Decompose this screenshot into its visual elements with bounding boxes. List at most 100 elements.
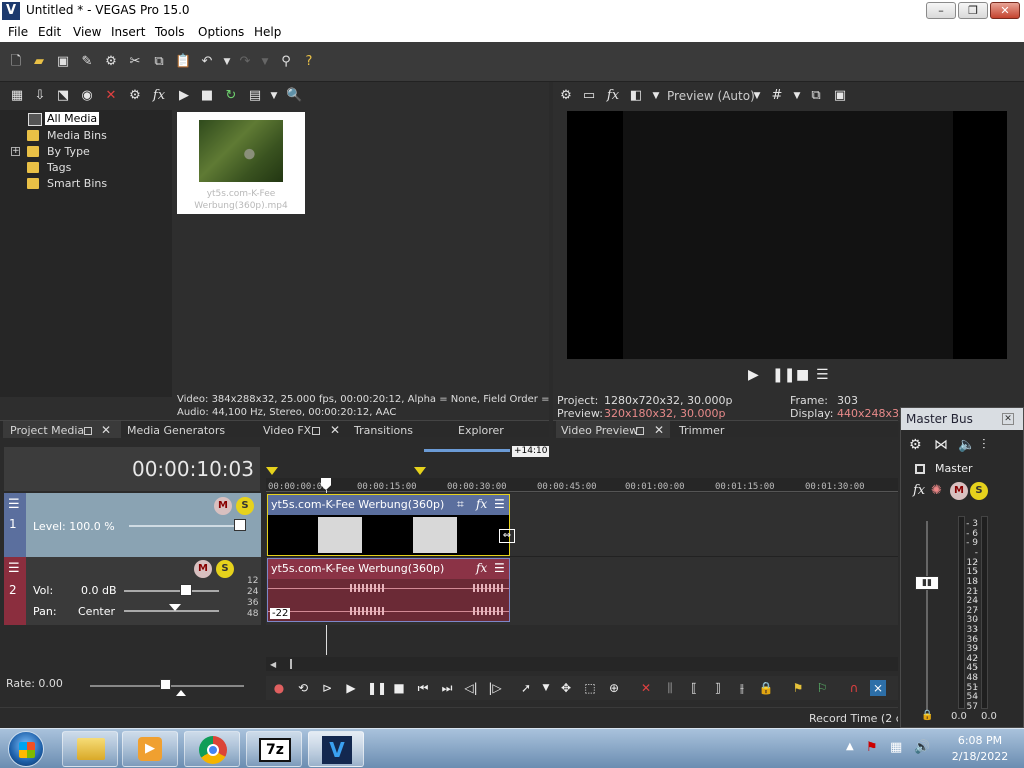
action-center-flag-icon[interactable]: ⚑ [866,740,878,755]
pause-icon[interactable]: ❚❚ [367,680,387,696]
go-to-end-icon[interactable]: ⏭ [439,680,455,696]
redo-dropdown-icon[interactable]: ▼ [257,54,273,70]
split-dropdown-icon[interactable]: ▼ [648,88,664,104]
tab-close-icon[interactable]: ✕ [101,423,111,437]
stop-preview-icon[interactable]: ■ [199,88,215,104]
external-monitor-icon[interactable]: ▭ [581,88,597,104]
vol-slider-track[interactable] [124,590,219,592]
normal-edit-tool-icon[interactable]: ➚ [518,680,534,696]
play-from-start-icon[interactable]: ⊳ [319,680,335,696]
tab-video-fx[interactable]: Video FX [263,424,311,437]
close-button[interactable]: ✕ [990,2,1020,19]
undo-dropdown-icon[interactable]: ▼ [219,54,235,70]
auto-crossfade-icon[interactable]: ⨯ [870,680,886,696]
help-icon[interactable]: ? [301,54,317,70]
menu-tools[interactable]: Tools [155,25,185,39]
new-file-icon[interactable]: 🗋 [8,54,24,70]
track-menu-icon[interactable]: ☰ [8,561,20,576]
tab-undock-icon[interactable] [312,427,320,435]
preview-fx-icon[interactable]: fx [605,88,621,104]
event-fx-icon[interactable]: fx [476,561,487,575]
video-track-header[interactable]: ☰ 1 M S Level: 100.0 % [4,493,261,557]
tab-close-icon[interactable]: ✕ [654,423,664,437]
level-slider-track[interactable] [129,525,243,527]
start-button[interactable] [8,731,44,767]
level-slider-thumb[interactable] [234,519,246,531]
loop-playback-icon[interactable]: ⟲ [295,680,311,696]
disc-icon[interactable]: ◉ [79,88,95,104]
media-properties-icon[interactable]: ⚙ [127,88,143,104]
scroll-left-icon[interactable]: ◀ [270,660,276,669]
volume-icon[interactable]: 🔊 [914,740,930,755]
master-fader-thumb[interactable]: ▮▮ [915,576,939,590]
menu-edit[interactable]: Edit [38,25,61,39]
menu-file[interactable]: File [8,25,28,39]
marker-icon[interactable]: ⚑ [790,680,806,696]
network-icon[interactable]: ▦ [890,740,902,755]
scroll-thumb[interactable] [290,659,292,669]
edit-tool-dropdown-icon[interactable]: ▼ [538,680,554,696]
undo-icon[interactable]: ↶ [199,54,215,70]
taskbar-chrome[interactable] [184,731,240,767]
tab-project-media[interactable]: Project Media [10,424,84,437]
downmix-icon[interactable]: ⋈ [934,437,948,453]
cut-icon[interactable]: ✂ [127,54,143,70]
clock-time[interactable]: 6:08 PM [940,734,1020,747]
envelope-tool-icon[interactable]: ✥ [558,680,574,696]
trim-end-icon[interactable]: ⟧ [710,680,726,696]
event-fx-icon[interactable]: fx [476,497,487,511]
preview-display[interactable] [567,111,1007,359]
preview-menu-icon[interactable]: ☰ [816,367,832,383]
speaker-icon[interactable]: 🔈 [958,437,975,453]
capture-icon[interactable]: ⇩ [32,88,48,104]
tab-explorer[interactable]: Explorer [458,424,504,437]
taskbar-media-player[interactable]: ▶ [122,731,178,767]
maximize-button[interactable]: ❐ [958,2,988,19]
remove-media-icon[interactable]: ✕ [103,88,119,104]
save-icon[interactable]: ▣ [55,54,71,70]
overlays-grid-icon[interactable]: # [769,88,785,104]
views-icon[interactable]: ▤ [247,88,263,104]
tree-item-all-media[interactable]: All Media [45,112,100,125]
preview-quality-dropdown[interactable]: Preview (Auto) [667,89,755,103]
preview-settings-gear-icon[interactable]: ⚙ [558,88,574,104]
taskbar-vegas[interactable]: V [308,731,364,767]
audio-track-header[interactable]: ☰ 2 M S Vol: 0.0 dB Pan: Center 12 24 36… [4,557,261,625]
event-menu-icon[interactable]: ☰ [494,497,505,511]
taskbar-explorer[interactable] [62,731,118,767]
play-preview-icon[interactable]: ▶ [176,88,192,104]
menu-help[interactable]: Help [254,25,281,39]
mute-icon[interactable]: M [194,560,212,578]
overlays-dropdown-icon[interactable]: ▼ [789,88,805,104]
open-folder-icon[interactable]: ▰ [31,54,47,70]
preview-pause-icon[interactable]: ❚❚ [772,367,795,383]
video-event-clip[interactable]: yt5s.com-K-Fee Werbung(360p) ⌗ fx ☰ [267,494,510,556]
tab-undock-icon[interactable] [636,427,644,435]
save-snapshot-icon[interactable]: ▣ [832,88,848,104]
get-media-icon[interactable]: ⬔ [55,88,71,104]
tab-media-generators[interactable]: Media Generators [127,424,225,437]
trim-start-icon[interactable]: ⟦ [686,680,702,696]
tab-video-preview[interactable]: Video Preview [561,424,638,437]
split-icon[interactable]: ⫲ [734,680,750,696]
tab-undock-icon[interactable] [84,427,92,435]
save-as-icon[interactable]: ✎ [79,54,95,70]
menu-options[interactable]: Options [198,25,244,39]
auto-preview-icon[interactable]: ↻ [223,88,239,104]
mixer-icon[interactable]: ⫶ [982,437,986,453]
master-mute-icon[interactable]: M [950,482,968,500]
tab-transitions[interactable]: Transitions [354,424,413,437]
lock-icon[interactable]: 🔒 [758,680,774,696]
vegas-app-icon[interactable]: V [2,2,20,20]
search-icon[interactable]: 🔍 [286,88,302,104]
taskbar-7zip[interactable]: 7z [246,731,302,767]
master-effects-chain-icon[interactable]: ✺ [931,483,942,498]
preview-play-icon[interactable]: ▶ [748,367,764,383]
pan-slider-thumb[interactable] [169,604,181,611]
show-hidden-icons-icon[interactable]: ▲ [846,741,854,752]
trim-icon[interactable]: ⫼ [662,680,678,696]
paste-icon[interactable]: 📋 [175,54,191,70]
loop-region-bar[interactable] [424,449,510,452]
tree-expand-icon[interactable]: + [11,147,20,156]
previous-frame-icon[interactable]: ◁| [463,680,479,696]
